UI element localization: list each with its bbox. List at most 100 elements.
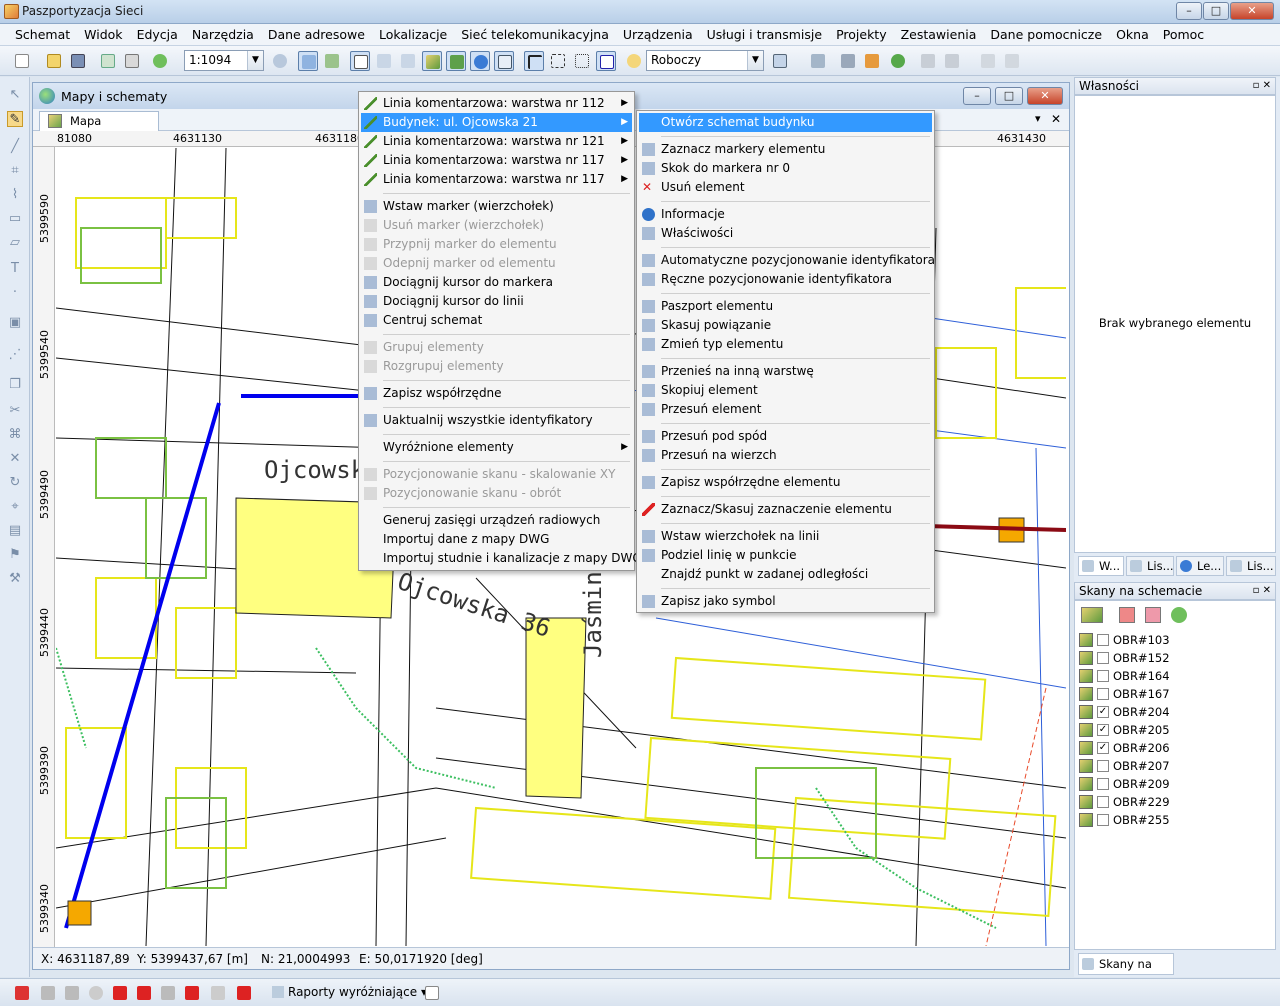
polygon-icon[interactable]: ▱ [7,235,23,251]
scan-checkbox[interactable]: ✓ [1097,742,1109,754]
scale-combo[interactable]: 1:1094 ▼ [184,50,264,71]
link-icon[interactable] [942,51,962,71]
back-icon[interactable] [978,51,998,71]
scan-settings-icon[interactable] [1145,607,1161,623]
scan-checkbox[interactable] [1097,814,1109,826]
scan-row[interactable]: OBR#164 [1079,667,1269,685]
forward-icon[interactable] [1002,51,1022,71]
tree-icon[interactable] [62,983,82,1003]
menu-item[interactable]: Przenieś na inną warstwę [639,362,932,381]
refresh-icon[interactable] [1171,607,1187,623]
pan-icon[interactable] [374,51,394,71]
scan-row[interactable]: OBR#103 [1079,631,1269,649]
building-icon[interactable] [808,51,828,71]
scan-checkbox[interactable] [1097,652,1109,664]
globe-icon[interactable] [888,51,908,71]
frame-icon[interactable] [494,51,514,71]
menu-item[interactable]: Skopiuj element [639,381,932,400]
tab-list1[interactable]: Lis... [1126,556,1174,576]
corner-icon[interactable] [524,51,544,71]
scissors-icon[interactable]: ✂ [7,403,23,419]
image-icon[interactable]: ▣ [7,315,23,331]
menu-item[interactable]: Linia komentarzowa: warstwa nr 112 ▶ [361,94,632,113]
menu-schemat[interactable]: Schemat [8,25,77,45]
frame2-icon[interactable] [208,983,228,1003]
dotted-frame-icon[interactable] [548,51,568,71]
export-icon[interactable] [98,51,118,71]
menu-dane-pomocnicze[interactable]: Dane pomocnicze [983,25,1109,45]
menu-item[interactable]: Zaznacz markery elementu [639,140,932,159]
info-icon[interactable] [470,51,490,71]
menu-item[interactable]: Budynek: ul. Ojcowska 21 ▶ [361,113,632,132]
stop2-icon[interactable] [134,983,154,1003]
line-tool-icon[interactable]: ╱ [7,139,23,155]
menu-item[interactable]: Automatyczne pozycjonowanie identyfikato… [639,251,935,270]
scan-row[interactable]: ✓ OBR#204 [1079,703,1269,721]
polyline-icon[interactable]: ⌇ [7,187,23,203]
menu-zestawienia[interactable]: Zestawienia [894,25,984,45]
rect-icon[interactable]: ▭ [7,211,23,227]
checkbox-icon[interactable] [422,983,442,1003]
panel-pin-icon[interactable]: ▫ ✕ [1253,583,1271,599]
scan-checkbox[interactable] [1097,670,1109,682]
remove-scan-icon[interactable] [1119,607,1135,623]
rotate-icon[interactable]: ↻ [7,475,23,491]
stop-icon[interactable] [110,983,130,1003]
menu-item[interactable]: Generuj zasięgi urządzeń radiowych [361,511,632,530]
menu-item[interactable]: Przesuń na wierzch [639,446,932,465]
window-icon[interactable] [398,51,418,71]
vertex-icon[interactable]: ⋰ [7,347,23,363]
menu-item[interactable]: Informacje [639,205,932,224]
circle-icon[interactable] [86,983,106,1003]
id-icon[interactable] [596,51,616,71]
tab-legend[interactable]: Le... [1176,556,1224,576]
minimize-button[interactable]: – [1176,2,1202,20]
tab-list2[interactable]: Lis... [1226,556,1276,576]
refresh-icon[interactable] [150,51,170,71]
menu-item[interactable]: Wstaw marker (wierzchołek) [361,197,632,216]
menu-item[interactable]: Dociągnij kursor do markera [361,273,632,292]
copy-tool-icon[interactable]: ❐ [7,377,23,393]
scan-checkbox[interactable] [1097,760,1109,772]
menu-item[interactable]: Skok do markera nr 0 [639,159,932,178]
tag-icon[interactable]: ⚑ [7,547,23,563]
scan-row[interactable]: OBR#152 [1079,649,1269,667]
menu-item[interactable]: Właściwości [639,224,932,243]
add-scan-icon[interactable] [1081,607,1103,623]
network-icon[interactable] [12,983,32,1003]
database-icon[interactable] [862,51,882,71]
menu-uslugi[interactable]: Usługi i transmisje [700,25,829,45]
node-icon[interactable] [838,51,858,71]
menu-narzedzia[interactable]: Narzędzia [185,25,261,45]
menu-item[interactable]: Wyróżnione elementy ▶ [361,438,632,457]
scan-row[interactable]: ✓ OBR#205 [1079,721,1269,739]
tools-icon[interactable]: ⚒ [7,571,23,587]
cross-icon[interactable] [234,983,254,1003]
menu-projekty[interactable]: Projekty [829,25,894,45]
save-icon[interactable] [68,51,88,71]
menu-item[interactable]: Zmień typ elementu [639,335,932,354]
menu-dane-adresowe[interactable]: Dane adresowe [261,25,372,45]
point-icon[interactable]: · [7,285,23,301]
menu-item[interactable]: Centruj schemat [361,311,632,330]
map-icon[interactable] [446,51,466,71]
maximize-button[interactable]: □ [1203,2,1229,20]
node-tool-icon[interactable]: ⌗ [7,163,23,179]
menu-widok[interactable]: Widok [77,25,129,45]
new-icon[interactable] [12,51,32,71]
mode-combo[interactable]: Roboczy ▼ [646,50,764,71]
open-icon[interactable] [44,51,64,71]
scan-row[interactable]: OBR#207 [1079,757,1269,775]
menu-item[interactable]: Dociągnij kursor do linii [361,292,632,311]
menu-pomoc[interactable]: Pomoc [1156,25,1211,45]
menu-item[interactable]: ✕ Usuń element [639,178,932,197]
map-restore-button[interactable]: □ [995,87,1023,105]
scan-row[interactable]: OBR#209 [1079,775,1269,793]
menu-siec[interactable]: Sieć telekomunikacyjna [454,25,616,45]
select-icon[interactable] [572,51,592,71]
pencil-icon[interactable]: ✎ [7,111,23,127]
tab-menu-button[interactable]: ▾ [1035,112,1041,125]
menu-item[interactable]: Linia komentarzowa: warstwa nr 117 ▶ [361,170,632,189]
menu-item[interactable]: Paszport elementu [639,297,932,316]
scan-checkbox[interactable] [1097,634,1109,646]
